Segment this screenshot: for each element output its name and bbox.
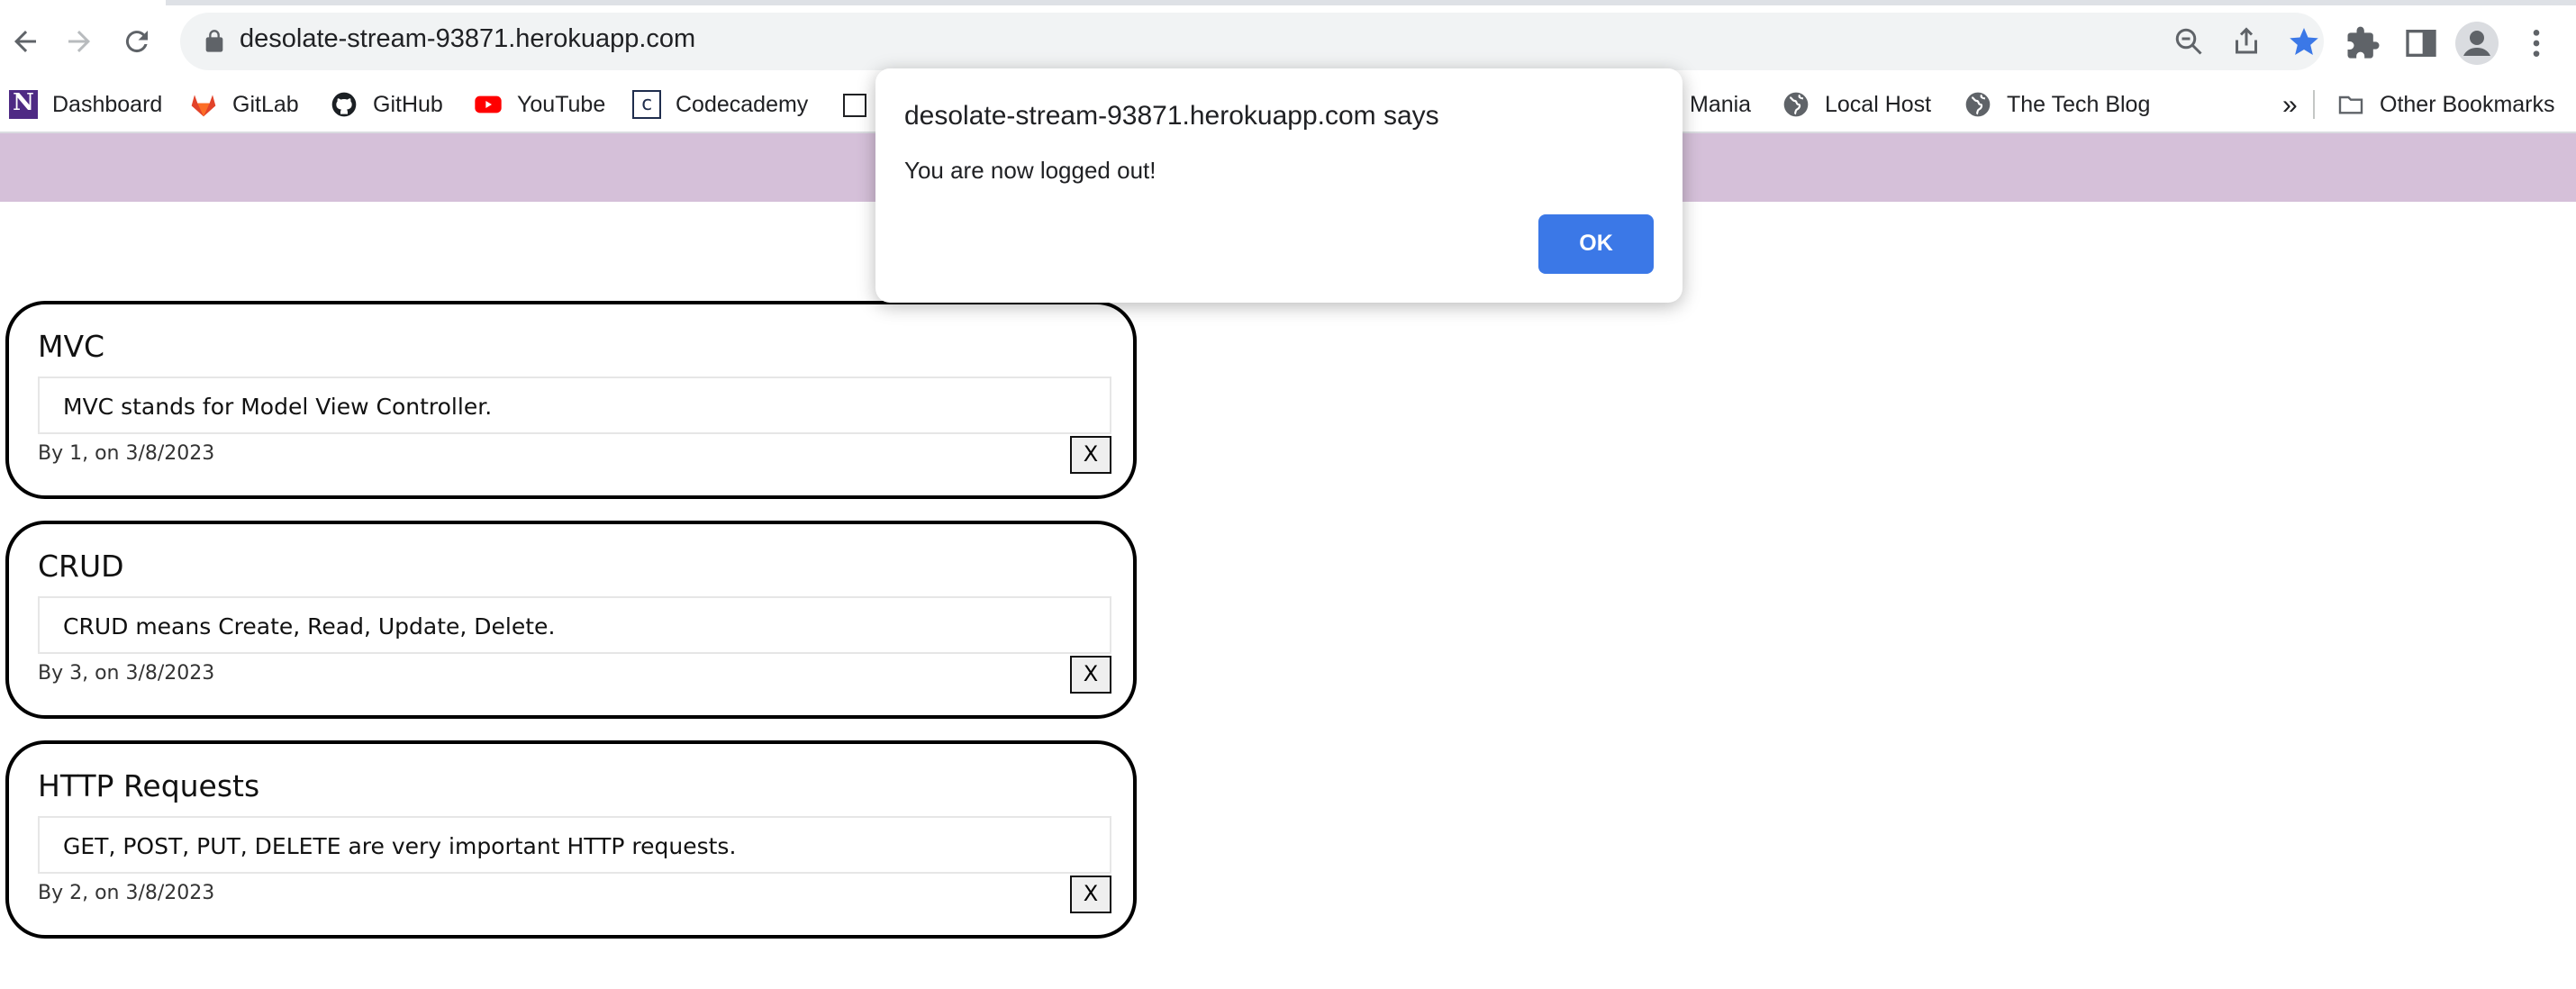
bookmark-star-icon[interactable] — [2288, 25, 2320, 58]
bookmark-label: Local Host — [1825, 92, 1932, 117]
dialog-message: You are now logged out! — [904, 157, 1156, 184]
bookmark-page[interactable] — [843, 86, 866, 122]
bookmarks-divider — [2313, 90, 2315, 119]
share-icon[interactable] — [2230, 25, 2263, 58]
codecademy-icon: c — [632, 90, 661, 119]
delete-post-button[interactable]: X — [1070, 876, 1111, 913]
arrow-right-icon — [68, 31, 90, 52]
bookmark-label: GitHub — [373, 92, 443, 117]
reload-button[interactable] — [115, 20, 159, 63]
bookmark-gitlab[interactable]: GitLab — [189, 86, 299, 122]
post-meta: By 1, on 3/8/2023 — [38, 441, 215, 465]
post-body: CRUD means Create, Read, Update, Delete. — [38, 596, 1111, 654]
back-button[interactable] — [4, 20, 47, 63]
youtube-icon — [475, 95, 502, 113]
post-meta: By 3, on 3/8/2023 — [38, 661, 215, 685]
post-title: CRUD — [38, 549, 124, 584]
bookmarks-overflow-button[interactable]: » — [2282, 86, 2298, 122]
lock-icon[interactable] — [202, 29, 227, 54]
alert-dialog: desolate-stream-93871.herokuapp.com says… — [875, 68, 1683, 303]
person-icon — [2463, 31, 2490, 56]
post-title: MVC — [38, 330, 105, 364]
profile-avatar[interactable] — [2455, 22, 2499, 65]
ok-button[interactable]: OK — [1538, 214, 1654, 274]
bookmark-tech-blog[interactable]: The Tech Blog — [1964, 86, 2150, 122]
bookmark-label: Mania — [1690, 92, 1752, 117]
bookmark-label: The Tech Blog — [2007, 92, 2151, 117]
forward-button[interactable] — [58, 20, 101, 63]
bookmark-youtube[interactable]: YouTube — [474, 86, 605, 122]
bookmark-label: Dashboard — [52, 92, 163, 117]
bookmark-local-host[interactable]: Local Host — [1782, 86, 1931, 122]
zoom-out-icon[interactable] — [2172, 25, 2205, 58]
overflow-chevron-icon: » — [2282, 89, 2298, 120]
bookmark-label: Codecademy — [676, 92, 809, 117]
url-text[interactable]: desolate-stream-93871.herokuapp.com — [240, 25, 695, 54]
post-body: GET, POST, PUT, DELETE are very importan… — [38, 816, 1111, 874]
delete-post-button[interactable]: X — [1070, 436, 1111, 474]
dialog-origin: desolate-stream-93871.herokuapp.com says — [904, 101, 1439, 132]
address-bar[interactable]: desolate-stream-93871.herokuapp.com — [180, 13, 2324, 70]
post-title: HTTP Requests — [38, 769, 260, 803]
browser-window: desolate-stream-93871.herokuapp.com N Da… — [0, 0, 2576, 989]
post-card: CRUD CRUD means Create, Read, Update, De… — [5, 521, 1137, 719]
bookmark-mania[interactable]: Mania — [1690, 86, 1751, 122]
globe-icon — [1783, 92, 1809, 117]
bookmark-codecademy[interactable]: c Codecademy — [632, 86, 808, 122]
bookmark-dashboard[interactable]: N Dashboard — [9, 86, 162, 122]
folder-icon — [2338, 95, 2363, 114]
bookmark-label: GitLab — [232, 92, 299, 117]
globe-icon — [1965, 92, 1991, 117]
northwestern-icon: N — [9, 90, 38, 119]
post-card: HTTP Requests GET, POST, PUT, DELETE are… — [5, 740, 1137, 939]
other-bookmarks-button[interactable]: Other Bookmarks — [2336, 86, 2555, 122]
delete-post-button[interactable]: X — [1070, 656, 1111, 694]
more-vert-icon[interactable] — [2518, 25, 2554, 61]
reload-icon — [125, 31, 148, 53]
extensions-icon[interactable] — [2345, 25, 2381, 61]
other-bookmarks-label: Other Bookmarks — [2380, 92, 2555, 117]
page-icon — [843, 93, 866, 116]
browser-toolbar: desolate-stream-93871.herokuapp.com — [0, 5, 2576, 77]
bookmark-label: YouTube — [517, 92, 606, 117]
github-icon — [331, 92, 357, 117]
post-meta: By 2, on 3/8/2023 — [38, 881, 215, 904]
arrow-left-icon — [14, 31, 36, 52]
gitlab-icon — [191, 95, 216, 117]
side-panel-icon[interactable] — [2403, 25, 2439, 61]
bookmark-github[interactable]: GitHub — [330, 86, 443, 122]
post-body: MVC stands for Model View Controller. — [38, 377, 1111, 434]
post-card: MVC MVC stands for Model View Controller… — [5, 301, 1137, 499]
